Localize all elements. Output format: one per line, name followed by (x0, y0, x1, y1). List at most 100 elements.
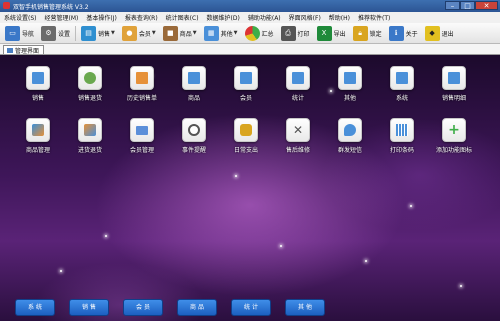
tile-daily-expense[interactable]: 日常支出 (222, 118, 270, 162)
chevron-down-icon[interactable]: ▼ (152, 30, 156, 36)
bottom-other-button[interactable]: 其 他 (285, 299, 325, 316)
tile-member-label: 会员 (239, 95, 252, 102)
sales-detail-icon (442, 66, 466, 90)
toolbar-lock-button[interactable]: 🔒︎ 锁定 (351, 25, 384, 42)
excel-export-icon: X (316, 25, 332, 41)
toolbar-print-button[interactable]: ⎙ 打印 (279, 25, 312, 42)
menu-help[interactable]: 帮助(H) (325, 13, 354, 22)
purchase-return-icon (78, 118, 102, 142)
toolbar-navigate-button[interactable]: ▭ 导航 (3, 25, 36, 42)
star-decoration (365, 260, 367, 262)
tile-sales-history[interactable]: 历史销售单 (118, 66, 166, 110)
toolbar-separator (75, 25, 77, 41)
goods-icon: ■ (162, 25, 178, 41)
tile-event-reminder-label: 事件提醒 (181, 147, 206, 154)
about-icon: ℹ (388, 25, 404, 41)
tile-group-sms[interactable]: 群发短信 (326, 118, 374, 162)
member-card-icon (130, 118, 154, 142)
sales-window-icon (26, 66, 50, 90)
goods-management-icon (26, 118, 50, 142)
tile-statistics[interactable]: 统计 (274, 66, 322, 110)
sms-bubble-icon (338, 118, 362, 142)
toolbar-sales-label: 销售 (98, 30, 111, 38)
menu-style[interactable]: 界面风格(F) (285, 13, 325, 22)
exit-icon: ◆ (424, 25, 440, 41)
tile-goods[interactable]: 商品 (170, 66, 218, 110)
sales-history-icon (130, 66, 154, 90)
bottom-goods-button[interactable]: 商 品 (177, 299, 217, 316)
tile-group-sms-label: 群发短信 (337, 147, 362, 154)
tile-print-barcode-label: 打印条码 (389, 147, 414, 154)
window-icon (7, 47, 13, 53)
menu-reports[interactable]: 报表查询(R) (121, 13, 162, 22)
toolbar-export-button[interactable]: X 导出 (315, 25, 348, 42)
toolbar-other-label: 其他 (220, 30, 233, 38)
navigate-icon: ▭ (5, 25, 20, 41)
tile-other-label: 其他 (343, 95, 356, 102)
bottom-member-button[interactable]: 会 员 (123, 299, 163, 316)
tile-add-function-label: 添加功能图标 (435, 147, 472, 154)
tile-purchase-return[interactable]: 进货退货 (66, 118, 114, 162)
bottom-sales-button[interactable]: 销 售 (69, 299, 109, 316)
tile-repair[interactable]: ✕ 售后维修 (274, 118, 322, 162)
tile-event-reminder[interactable]: 事件提醒 (170, 118, 218, 162)
tile-goods-management-label: 商品管理 (25, 147, 50, 154)
barcode-print-icon (390, 118, 414, 142)
bottom-statistics-button[interactable]: 统 计 (231, 299, 271, 316)
menu-basic-operations[interactable]: 基本操作(J) (82, 13, 120, 22)
minimize-button[interactable]: – (445, 1, 460, 10)
chevron-down-icon[interactable]: ▼ (111, 30, 115, 36)
chevron-down-icon[interactable]: ▼ (193, 30, 197, 36)
close-button[interactable]: ✕ (475, 1, 498, 10)
add-plus-icon: + (442, 118, 466, 142)
tile-daily-expense-label: 日常支出 (233, 147, 258, 154)
star-decoration (460, 285, 462, 287)
toolbar-summary-label: 汇总 (261, 30, 274, 38)
statistics-window-icon (286, 66, 310, 90)
tile-other[interactable]: 其他 (326, 66, 374, 110)
toolbar-goods-button[interactable]: ■ 商品 ▼ (161, 25, 199, 42)
tile-sales-detail-label: 销售明细 (441, 95, 466, 102)
star-decoration (105, 235, 107, 237)
tab-management[interactable]: 管理界面 (3, 45, 45, 55)
toolbar-sales-button[interactable]: ▤ 销售 ▼ (79, 25, 117, 42)
toolbar-exit-button[interactable]: ◆ 退出 (423, 25, 456, 42)
settings-icon: ⚙ (41, 25, 57, 41)
toolbar-settings-button[interactable]: ⚙ 设置 (39, 25, 72, 42)
tile-sales-return[interactable]: 销售退货 (66, 66, 114, 110)
tile-member-management[interactable]: 会员管理 (118, 118, 166, 162)
menu-auxiliary[interactable]: 辅助功能(A) (244, 13, 285, 22)
toolbar-navigate-label: 导航 (22, 30, 35, 38)
toolbar-other-button[interactable]: ▦ 其他 ▼ (202, 25, 240, 42)
member-icon: ● (121, 25, 137, 41)
tile-system[interactable]: 系统 (378, 66, 426, 110)
menu-data-maintenance[interactable]: 数据维护(D) (203, 13, 244, 22)
star-decoration (60, 270, 62, 272)
tile-sales-detail[interactable]: 销售明细 (430, 66, 478, 110)
toolbar-exit-label: 退出 (441, 30, 454, 38)
tile-statistics-label: 统计 (291, 95, 304, 102)
tile-print-barcode[interactable]: 打印条码 (378, 118, 426, 162)
tile-system-label: 系统 (395, 95, 408, 102)
maximize-button[interactable]: □ (460, 1, 475, 10)
coins-icon (234, 118, 258, 142)
toolbar-member-label: 会员 (138, 30, 151, 38)
chevron-down-icon[interactable]: ▼ (234, 30, 238, 36)
tile-sales[interactable]: 销售 (14, 66, 62, 110)
tile-member[interactable]: 会员 (222, 66, 270, 110)
menu-system[interactable]: 系统设置(S) (0, 13, 41, 22)
tile-sales-return-label: 销售退货 (77, 95, 102, 102)
menu-charts[interactable]: 统计图表(C) (162, 13, 203, 22)
bottom-system-button[interactable]: 系 统 (15, 299, 55, 316)
toolbar-print-label: 打印 (297, 30, 310, 38)
menu-business[interactable]: 经营管理(M) (41, 13, 83, 22)
menu-recommend[interactable]: 推荐软件(T) (354, 13, 394, 22)
tile-goods-management[interactable]: 商品管理 (14, 118, 62, 162)
toolbar-member-button[interactable]: ● 会员 ▼ (120, 25, 158, 42)
system-window-icon (390, 66, 414, 90)
tile-sales-label: 销售 (31, 95, 44, 102)
tile-goods-label: 商品 (187, 95, 200, 102)
toolbar-about-button[interactable]: ℹ 关于 (387, 25, 420, 42)
tile-add-function[interactable]: + 添加功能图标 (430, 118, 478, 162)
toolbar-summary-button[interactable]: 汇总 (243, 25, 276, 42)
